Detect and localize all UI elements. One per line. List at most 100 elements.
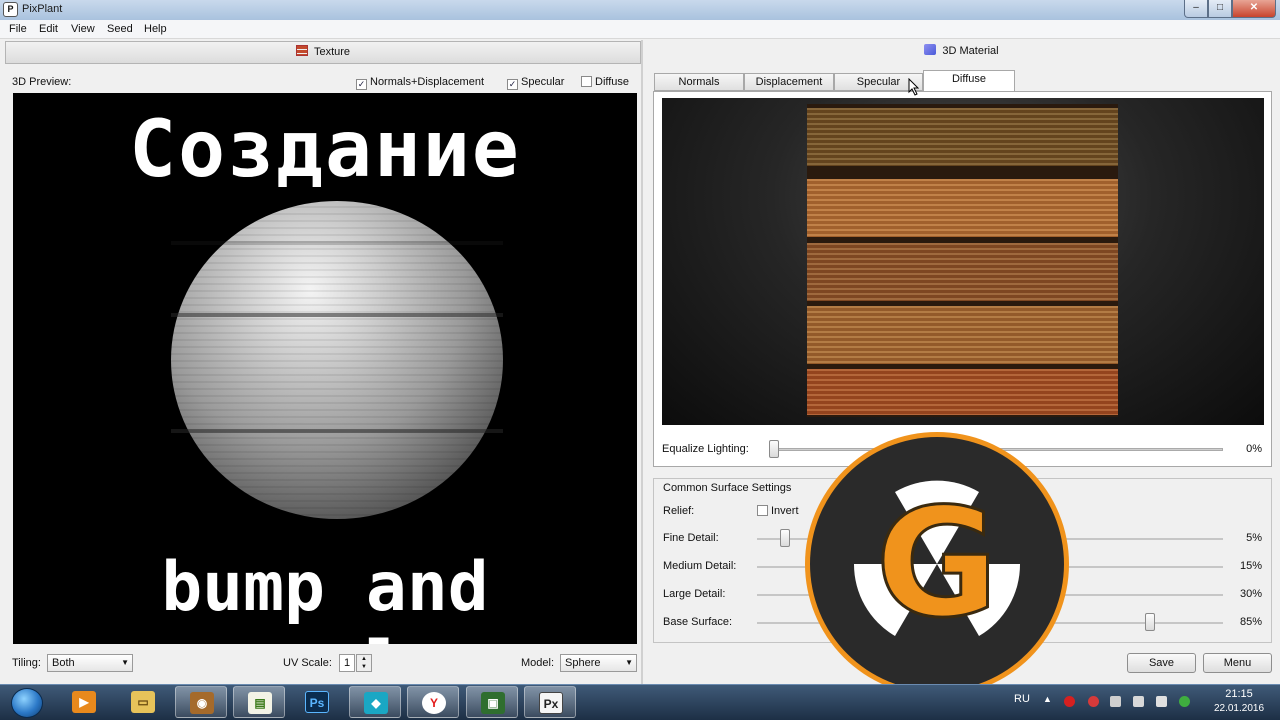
- clock-date[interactable]: 22.01.2016: [1203, 703, 1275, 714]
- panel-splitter[interactable]: [641, 40, 643, 685]
- menu-bar: File Edit View Seed Help: [0, 20, 1280, 39]
- tiling-select[interactable]: Both ▼: [47, 654, 133, 672]
- language-indicator[interactable]: RU: [1014, 693, 1030, 705]
- tab-diffuse[interactable]: Diffuse: [923, 70, 1015, 91]
- mouse-cursor-icon: [908, 78, 920, 96]
- menu-seed[interactable]: Seed: [107, 23, 133, 35]
- app-icon: ◆: [364, 692, 388, 714]
- menu-edit[interactable]: Edit: [39, 23, 58, 35]
- photoshop-icon: Ps: [305, 691, 329, 713]
- spreadsheet-icon: ▤: [248, 692, 272, 714]
- checkbox-box[interactable]: ✓: [356, 79, 367, 90]
- volume-icon[interactable]: [1156, 696, 1167, 707]
- wood-plank: [807, 179, 1118, 237]
- sync-icon[interactable]: [1179, 696, 1190, 707]
- base-surface-label: Base Surface:: [663, 616, 733, 628]
- windows-start-icon[interactable]: [11, 688, 43, 718]
- texture-panel-title: Texture: [313, 46, 351, 58]
- sphere-groove: [171, 429, 503, 433]
- clock-time[interactable]: 21:15: [1214, 688, 1264, 700]
- channel-logo: G: [805, 432, 1069, 696]
- material-panel-header: 3D Material: [643, 41, 1280, 64]
- maximize-button[interactable]: □: [1208, 0, 1232, 18]
- menu-view[interactable]: View: [71, 23, 95, 35]
- preview-label: 3D Preview:: [12, 76, 72, 88]
- sphere-groove: [171, 313, 503, 317]
- wood-plank: [807, 369, 1118, 415]
- wood-plank: [807, 243, 1118, 301]
- normals-displacement-checkbox[interactable]: ✓ Normals+Displacement: [356, 76, 484, 90]
- fine-detail-value: 5%: [1246, 532, 1262, 544]
- record-icon[interactable]: [1064, 696, 1075, 707]
- uv-scale-input[interactable]: 1: [339, 654, 355, 672]
- uv-scale-label: UV Scale:: [283, 657, 332, 669]
- taskbar-media-player[interactable]: ▶: [58, 686, 110, 718]
- video-caption-bottom: bump and specular: [161, 548, 489, 644]
- menu-button[interactable]: Menu: [1203, 653, 1272, 673]
- large-detail-label: Large Detail:: [663, 588, 726, 600]
- base-surface-thumb[interactable]: [1144, 613, 1155, 631]
- checkbox-box[interactable]: [757, 505, 768, 516]
- monitor-icon: ▣: [481, 692, 505, 714]
- tab-normals[interactable]: Normals: [654, 73, 744, 91]
- save-button[interactable]: Save: [1127, 653, 1196, 673]
- 3d-preview-viewport[interactable]: Создание bump and specular: [13, 93, 637, 644]
- model-select[interactable]: Sphere ▼: [560, 654, 637, 672]
- menu-help[interactable]: Help: [144, 23, 167, 35]
- taskbar-yandex-browser[interactable]: Y: [407, 686, 459, 718]
- preview-sphere: [171, 201, 503, 519]
- invert-checkbox[interactable]: Invert: [757, 505, 799, 517]
- diffuse-checkbox[interactable]: Diffuse: [581, 76, 629, 88]
- material-panel-title: 3D Material: [942, 45, 999, 57]
- pixplant-app-icon: P: [3, 2, 18, 17]
- texture-panel-header: Texture: [5, 41, 641, 64]
- taskbar-app[interactable]: ◆: [349, 686, 401, 718]
- yandex-browser-icon: Y: [422, 692, 446, 714]
- tray-expand-icon[interactable]: ▲: [1043, 694, 1052, 704]
- checkbox-box[interactable]: [581, 76, 592, 87]
- file-explorer-icon: ▭: [131, 691, 155, 713]
- fine-detail-thumb[interactable]: [779, 529, 790, 547]
- equalize-lighting-thumb[interactable]: [769, 440, 779, 458]
- wood-plank: [807, 108, 1118, 166]
- menu-file[interactable]: File: [9, 23, 27, 35]
- medium-detail-value: 15%: [1239, 560, 1262, 572]
- sphere-groove: [171, 241, 503, 245]
- diffuse-texture-image: [807, 104, 1118, 417]
- tab-displacement[interactable]: Displacement: [744, 73, 834, 91]
- equalize-lighting-label: Equalize Lighting:: [662, 443, 749, 455]
- cube-icon: [924, 44, 937, 55]
- logo-letter: G: [875, 477, 998, 651]
- tiling-label: Tiling:: [12, 657, 41, 669]
- taskbar-pixplant[interactable]: Px: [524, 686, 576, 718]
- taskbar-monitor[interactable]: ▣: [466, 686, 518, 718]
- texture-icon: [295, 45, 308, 56]
- pixplant-icon: Px: [539, 692, 563, 714]
- relief-label: Relief:: [663, 505, 695, 517]
- specular-checkbox[interactable]: ✓ Specular: [507, 76, 564, 90]
- minimize-button[interactable]: –: [1184, 0, 1208, 18]
- media-player-icon: ▶: [72, 691, 96, 713]
- taskbar-spreadsheet[interactable]: ▤: [233, 686, 285, 718]
- chevron-down-icon: ▼: [121, 658, 129, 667]
- uv-scale-stepper[interactable]: ▲ ▼: [356, 654, 372, 672]
- base-surface-value: 85%: [1239, 616, 1262, 628]
- fine-detail-label: Fine Detail:: [663, 532, 719, 544]
- taskbar-gimp[interactable]: ◉: [175, 686, 227, 718]
- close-button[interactable]: ✕: [1232, 0, 1276, 18]
- title-bar: [0, 0, 1280, 20]
- model-label: Model:: [521, 657, 555, 669]
- wood-plank: [807, 306, 1118, 364]
- window-title: PixPlant: [22, 3, 63, 15]
- video-caption-top: Создание: [129, 105, 521, 195]
- surface-settings-title: Common Surface Settings: [661, 482, 794, 494]
- large-detail-value: 30%: [1239, 588, 1262, 600]
- medium-detail-label: Medium Detail:: [663, 560, 737, 572]
- wifi-icon[interactable]: [1133, 696, 1144, 707]
- tray-app-icon[interactable]: [1088, 696, 1099, 707]
- chevron-down-icon: ▼: [625, 658, 633, 667]
- checkbox-box[interactable]: ✓: [507, 79, 518, 90]
- taskbar-photoshop[interactable]: Ps: [291, 686, 343, 718]
- taskbar-file-explorer[interactable]: ▭: [117, 686, 169, 718]
- network-icon[interactable]: [1110, 696, 1121, 707]
